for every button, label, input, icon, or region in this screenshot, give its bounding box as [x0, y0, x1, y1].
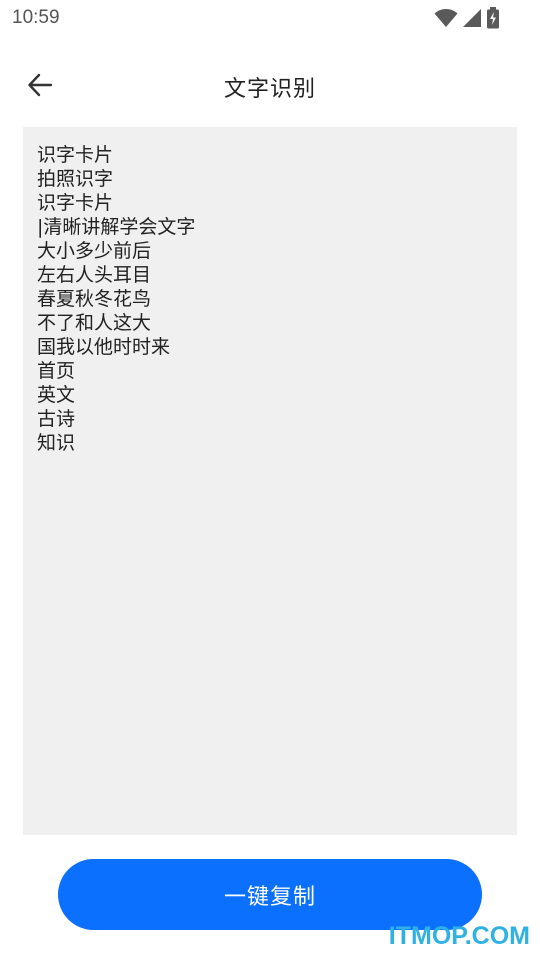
text-line: 国我以他时时来: [37, 336, 171, 358]
text-line: |清晰讲解学会文字: [37, 216, 196, 238]
wifi-icon: [434, 8, 458, 28]
text-line: 首页: [37, 360, 76, 382]
text-line: 识字卡片: [37, 144, 114, 166]
text-line: 左右人头耳目: [37, 264, 152, 286]
text-line: 大小多少前后: [37, 240, 152, 262]
watermark-logo: ITMOP.COM: [388, 922, 530, 950]
app-bar: 文字识别: [0, 56, 540, 116]
signal-icon: [462, 8, 482, 28]
text-line: 知识: [37, 432, 76, 454]
status-time: 10:59: [12, 7, 60, 28]
text-line: 古诗: [37, 408, 76, 430]
page-title: 文字识别: [223, 77, 316, 102]
recognized-text-area[interactable]: 识字卡片 拍照识字 识字卡片 |清晰讲解学会文字 大小多少前后 左右人头耳目 春…: [23, 127, 517, 835]
battery-charging-icon: [486, 7, 500, 29]
text-line: 识字卡片: [37, 192, 114, 214]
status-bar: 10:59: [0, 0, 540, 36]
text-line: 不了和人这大: [37, 312, 152, 334]
text-line: 春夏秋冬花鸟: [37, 288, 152, 310]
copy-all-button[interactable]: 一键复制: [58, 859, 482, 930]
text-line: 英文: [37, 384, 76, 406]
text-line: 拍照识字: [37, 168, 114, 190]
status-icons: [434, 6, 500, 30]
